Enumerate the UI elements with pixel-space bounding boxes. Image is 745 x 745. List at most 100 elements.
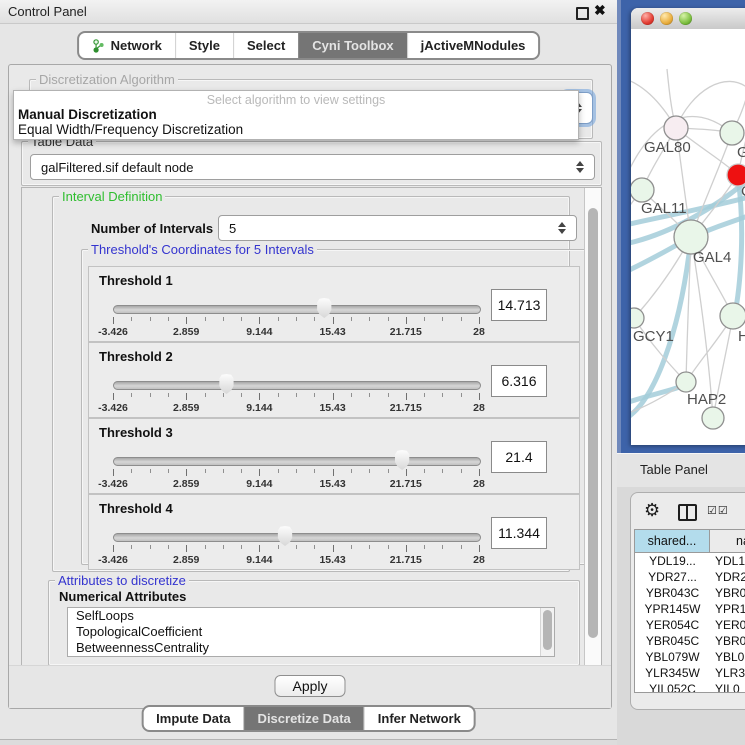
threshold-value-field[interactable]: 11.344	[491, 517, 547, 549]
settings-scroll-panel: Interval Definition Number of Intervals …	[21, 187, 602, 667]
tab-select[interactable]: Select	[233, 33, 298, 58]
zoom-traffic-light-icon[interactable]	[679, 12, 692, 25]
network-node[interactable]	[631, 308, 644, 328]
tab-style[interactable]: Style	[175, 33, 233, 58]
attribute-item[interactable]: BetweennessCentrality	[68, 640, 554, 656]
slider-thumb[interactable]	[394, 450, 411, 470]
table-row[interactable]: YBR043CYBR0	[635, 585, 745, 601]
table-row[interactable]: YLR345WYLR3	[635, 665, 745, 681]
table-row[interactable]: YDL19...YDL1	[635, 553, 745, 569]
gear-icon[interactable]: ⚙	[644, 500, 660, 521]
minimize-traffic-light-icon[interactable]	[660, 12, 673, 25]
control-panel-titlebar: Control Panel ✖	[0, 0, 617, 24]
attribute-list-scrollbar[interactable]	[540, 608, 554, 656]
network-node[interactable]	[720, 303, 745, 329]
cell-name[interactable]: YER0	[710, 617, 745, 633]
cell-shared-name[interactable]: YDL19...	[635, 553, 710, 569]
node-label: GA	[737, 144, 745, 161]
network-node[interactable]	[676, 372, 696, 392]
cell-shared-name[interactable]: YDR27...	[635, 569, 710, 585]
scrollbar-thumb[interactable]	[588, 208, 598, 638]
cell-name[interactable]: YLR3	[710, 665, 745, 681]
table-panel-title: Table Panel	[640, 462, 708, 477]
panel-scrollbar[interactable]	[584, 188, 601, 666]
network-node[interactable]	[631, 178, 654, 202]
cell-shared-name[interactable]: YER054C	[635, 617, 710, 633]
tab-discretize-data[interactable]: Discretize Data	[244, 707, 364, 730]
table-row[interactable]: YPR145WYPR1	[635, 601, 745, 617]
close-icon[interactable]: ✖	[594, 2, 606, 19]
table-panel-titlebar: Table Panel	[617, 453, 745, 488]
cell-name[interactable]: YDR2	[710, 569, 745, 585]
network-node[interactable]	[664, 116, 688, 140]
slider-thumb[interactable]	[316, 298, 333, 318]
table-data-combobox[interactable]: galFiltered.sif default node	[30, 154, 595, 180]
tab-cyni-toolbox[interactable]: Cyni Toolbox	[298, 33, 406, 58]
tab-infer-network[interactable]: Infer Network	[364, 707, 474, 730]
threshold-slider[interactable]: -3.4262.8599.14415.4321.71528	[113, 377, 479, 415]
table-rows: YDL19...YDL1YDR27...YDR2YBR043CYBR0YPR14…	[635, 553, 745, 693]
column-checkboxes-icon[interactable]: ☑☑	[707, 504, 729, 517]
scrollbar-thumb[interactable]	[543, 610, 552, 650]
table-row[interactable]: YDR27...YDR2	[635, 569, 745, 585]
threshold-value-field[interactable]: 6.316	[491, 365, 547, 397]
algorithm-option[interactable]: Manual Discretization	[18, 107, 157, 122]
table-row[interactable]: YER054CYER0	[635, 617, 745, 633]
threshold-value-field[interactable]: 21.4	[491, 441, 547, 473]
tab-jactivemnodules[interactable]: jActiveMNodules	[407, 33, 539, 58]
threshold-slider[interactable]: -3.4262.8599.14415.4321.71528	[113, 529, 479, 567]
float-window-icon[interactable]	[576, 7, 589, 20]
slider-thumb[interactable]	[277, 526, 294, 546]
cell-shared-name[interactable]: YBR043C	[635, 585, 710, 601]
number-of-intervals-combobox[interactable]: 5	[218, 215, 577, 241]
cell-name[interactable]: YDL1	[710, 553, 745, 569]
algorithm-dropdown-popup: Select algorithm to view settings Manual…	[13, 90, 579, 140]
cell-name[interactable]: YIL0	[710, 681, 745, 693]
node-label: C	[741, 183, 745, 200]
network-node[interactable]	[720, 121, 744, 145]
network-window-titlebar[interactable]	[631, 8, 745, 30]
slider-track[interactable]	[113, 305, 481, 314]
cell-name[interactable]: YPR1	[710, 601, 745, 617]
cell-name[interactable]: YBL0	[710, 649, 745, 665]
threshold-label: Threshold 1	[99, 273, 173, 288]
network-node[interactable]	[702, 407, 724, 429]
attribute-item[interactable]: SelfLoops	[68, 608, 554, 624]
table-row[interactable]: YIL052CYIL0	[635, 681, 745, 693]
close-traffic-light-icon[interactable]	[641, 12, 654, 25]
cell-shared-name[interactable]: YLR345W	[635, 665, 710, 681]
cell-shared-name[interactable]: YIL052C	[635, 681, 710, 693]
algorithm-option[interactable]: Equal Width/Frequency Discretization	[18, 122, 243, 137]
tab-impute-data[interactable]: Impute Data	[143, 707, 243, 730]
column-header-name[interactable]: na	[710, 530, 745, 552]
split-view-icon[interactable]	[678, 504, 697, 521]
algorithm-hint: Select algorithm to view settings	[14, 93, 578, 107]
slider-track[interactable]	[113, 533, 481, 542]
cell-shared-name[interactable]: YBR045C	[635, 633, 710, 649]
cell-name[interactable]: YBR0	[710, 585, 745, 601]
threshold-slider[interactable]: -3.4262.8599.14415.4321.71528	[113, 453, 479, 491]
numerical-attributes-list[interactable]: SelfLoopsTopologicalCoefficientBetweenne…	[67, 607, 555, 657]
threshold-slider[interactable]: -3.4262.8599.14415.4321.71528	[113, 301, 479, 339]
node-table[interactable]: shared... na YDL19...YDL1YDR27...YDR2YBR…	[634, 529, 745, 693]
slider-track[interactable]	[113, 457, 481, 466]
network-icon	[92, 39, 105, 53]
cell-name[interactable]: YBR0	[710, 633, 745, 649]
algorithm-group-title: Discretization Algorithm	[36, 72, 178, 87]
column-header-shared[interactable]: shared...	[635, 530, 710, 552]
slider-thumb[interactable]	[218, 374, 235, 394]
apply-button[interactable]: Apply	[274, 675, 345, 697]
threshold-value-field[interactable]: 14.713	[491, 289, 547, 321]
cell-shared-name[interactable]: YPR145W	[635, 601, 710, 617]
table-panel-body: ⚙ ☑☑ shared... na YDL19...YDL1YDR27...YD…	[617, 487, 745, 745]
table-row[interactable]: YBR045CYBR0	[635, 633, 745, 649]
slider-ticks	[113, 469, 479, 477]
attribute-item[interactable]: TopologicalCoefficient	[68, 624, 554, 640]
tab-label: Impute Data	[156, 711, 230, 726]
tab-network[interactable]: Network	[79, 33, 175, 58]
network-canvas[interactable]: GAL80GACGAL11GAL4GCY1HHAP2	[631, 29, 745, 445]
cell-shared-name[interactable]: YBL079W	[635, 649, 710, 665]
threshold-label: Threshold 4	[99, 501, 173, 516]
slider-track[interactable]	[113, 381, 481, 390]
table-row[interactable]: YBL079WYBL0	[635, 649, 745, 665]
